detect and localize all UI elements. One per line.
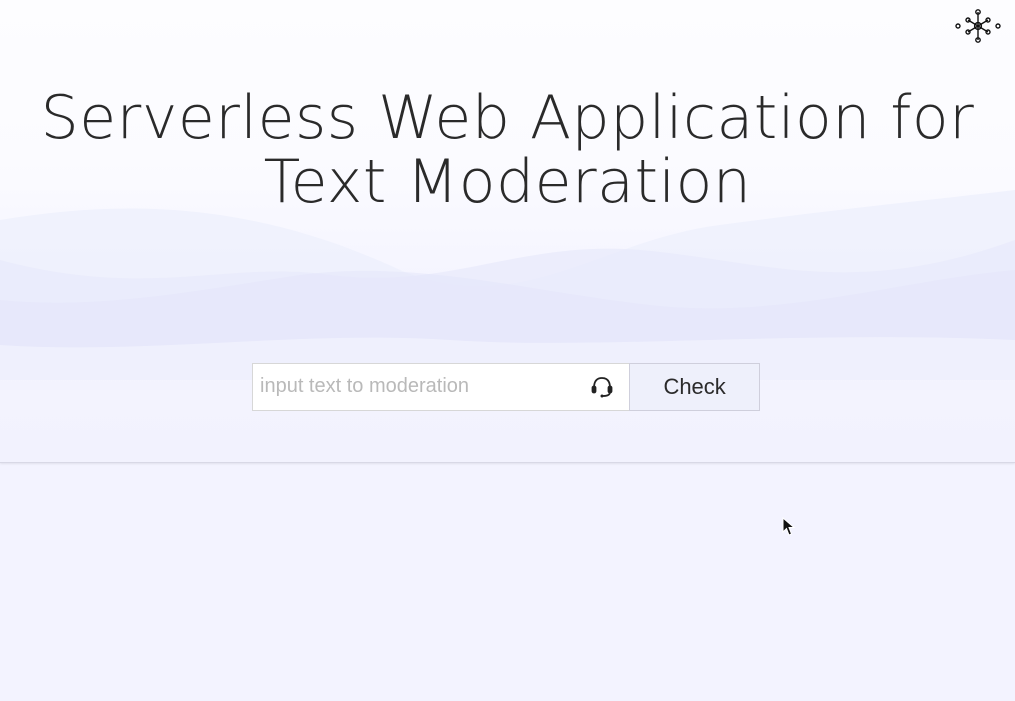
mouse-cursor-icon (782, 517, 796, 536)
headset-icon[interactable] (589, 374, 615, 400)
check-button[interactable]: Check (629, 363, 760, 411)
moderation-form: Check (252, 363, 760, 411)
page-title: Serverless Web Application for Text Mode… (40, 83, 975, 217)
moderation-text-input[interactable] (253, 364, 580, 408)
neural-network-logo-icon (955, 9, 1001, 43)
hero-section: Serverless Web Application for Text Mode… (0, 0, 1015, 463)
text-input-wrapper (252, 363, 630, 411)
page: Serverless Web Application for Text Mode… (0, 0, 1015, 701)
